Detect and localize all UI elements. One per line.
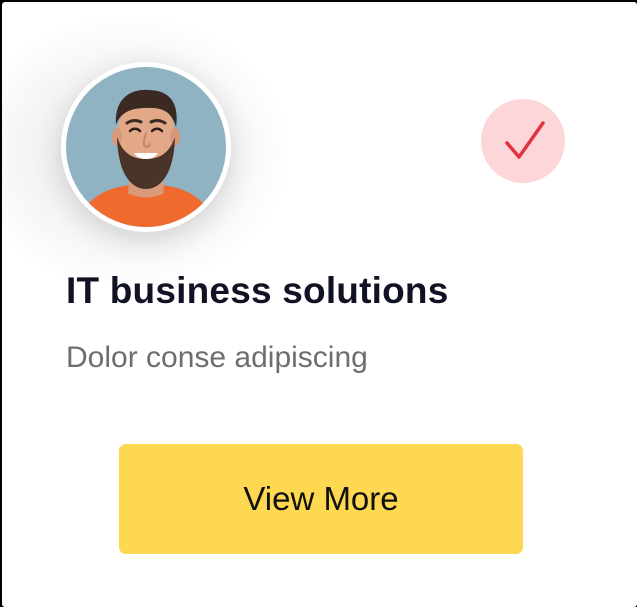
card-title: IT business solutions — [66, 270, 449, 311]
avatar — [61, 62, 231, 232]
card-subtitle: Dolor conse adipiscing — [66, 341, 368, 374]
status-badge — [481, 99, 565, 183]
service-card: IT business solutions Dolor conse adipis… — [2, 2, 637, 607]
person-photo-icon — [66, 67, 226, 227]
view-more-button[interactable]: View More — [119, 444, 523, 554]
checkmark-icon — [505, 121, 545, 159]
